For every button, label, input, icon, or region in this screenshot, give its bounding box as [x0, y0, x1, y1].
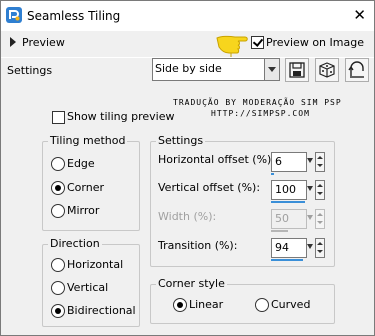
horizontal-offset-label: Horizontal offset (%): [158, 153, 276, 166]
psp-app-icon [6, 7, 22, 23]
close-icon[interactable]: ✕ [353, 6, 366, 24]
chevron-down-icon[interactable] [264, 59, 279, 80]
show-tiling-preview-checkbox[interactable] [52, 111, 65, 124]
width-input[interactable]: 50 [271, 209, 307, 229]
horizontal-offset-level [271, 173, 274, 175]
presets-value: Side by side [155, 62, 222, 75]
randomize-icon [319, 62, 335, 78]
corner-style-title: Corner style [156, 277, 227, 290]
transition-spinner[interactable]: 94 [271, 238, 325, 261]
title-bar[interactable]: Seamless Tiling ✕ [1, 1, 374, 31]
horizontal-offset-spinner[interactable]: 6 [271, 152, 325, 175]
vertical-offset-stepper-icon[interactable] [315, 180, 325, 200]
tiling-method-edge-radio[interactable] [51, 157, 65, 171]
horizontal-offset-value: 6 [275, 155, 282, 168]
vertical-offset-level [271, 201, 305, 203]
vertical-offset-label: Vertical offset (%): [158, 181, 261, 194]
vertical-offset-dropdown-icon[interactable] [307, 180, 314, 198]
width-label: Width (%): [158, 210, 217, 223]
transition-dropdown-icon[interactable] [307, 238, 314, 256]
corner-style-curved-label[interactable]: Curved [271, 298, 310, 311]
reset-button[interactable] [345, 58, 369, 82]
vertical-offset-input[interactable]: 100 [271, 180, 307, 200]
tiling-method-title: Tiling method [48, 134, 128, 147]
translation-line-1: TRADUÇÃO BY MODERAÇÃO SIM PSP [173, 98, 342, 107]
presets-dropdown[interactable]: Side by side [152, 58, 280, 81]
width-level [271, 230, 288, 232]
width-stepper-icon[interactable] [315, 209, 325, 229]
tiling-method-edge-label[interactable]: Edge [67, 157, 95, 170]
width-spinner[interactable]: 50 [271, 209, 325, 232]
preview-on-image-label[interactable]: Preview on Image [266, 36, 364, 49]
preview-on-image-checkbox[interactable] [251, 36, 264, 49]
tiling-method-corner-label[interactable]: Corner [67, 181, 104, 194]
horizontal-offset-input[interactable]: 6 [271, 152, 307, 172]
tiling-method-corner-radio[interactable] [51, 181, 65, 195]
save-preset-icon [289, 62, 305, 78]
settings-label: Settings [7, 64, 53, 77]
window-title: Seamless Tiling [27, 9, 121, 23]
randomize-button[interactable] [315, 58, 339, 82]
save-preset-button[interactable] [285, 58, 309, 82]
transition-label: Transition (%): [158, 239, 238, 252]
translation-line-2: HTTP://SIMPSP.COM [211, 109, 310, 118]
transition-input[interactable]: 94 [271, 238, 307, 258]
translation-watermark: TRADUÇÃO BY MODERAÇÃO SIM PSP HTTP://SIM… [173, 97, 342, 118]
transition-level [271, 259, 303, 261]
settings-group-title: Settings [156, 134, 206, 147]
width-dropdown-icon[interactable] [307, 209, 314, 227]
direction-title: Direction [48, 237, 102, 250]
seamless-tiling-dialog: Seamless Tiling ✕ Preview Preview on Ima… [0, 0, 375, 336]
vertical-offset-value: 100 [275, 183, 296, 196]
horizontal-offset-stepper-icon[interactable] [315, 152, 325, 172]
direction-horizontal-label[interactable]: Horizontal [67, 258, 123, 271]
direction-bidirectional-label[interactable]: Bidirectional [67, 304, 136, 317]
width-value: 50 [275, 212, 289, 225]
corner-style-linear-label[interactable]: Linear [189, 298, 223, 311]
horizontal-offset-dropdown-icon[interactable] [307, 152, 314, 170]
corner-style-linear-radio[interactable] [173, 298, 187, 312]
reset-icon [348, 61, 364, 78]
preview-toggle[interactable]: Preview [22, 36, 65, 49]
direction-bidirectional-radio[interactable] [51, 304, 65, 318]
expand-preview-icon[interactable] [10, 37, 16, 47]
direction-horizontal-radio[interactable] [51, 258, 65, 272]
direction-vertical-radio[interactable] [51, 281, 65, 295]
transition-value: 94 [275, 241, 289, 254]
corner-style-curved-radio[interactable] [255, 298, 269, 312]
transition-stepper-icon[interactable] [315, 238, 325, 258]
direction-vertical-label[interactable]: Vertical [67, 281, 108, 294]
show-tiling-preview-label[interactable]: Show tiling preview [67, 110, 174, 123]
tiling-method-mirror-radio[interactable] [51, 204, 65, 218]
tiling-method-mirror-label[interactable]: Mirror [67, 204, 99, 217]
vertical-offset-spinner[interactable]: 100 [271, 180, 325, 203]
